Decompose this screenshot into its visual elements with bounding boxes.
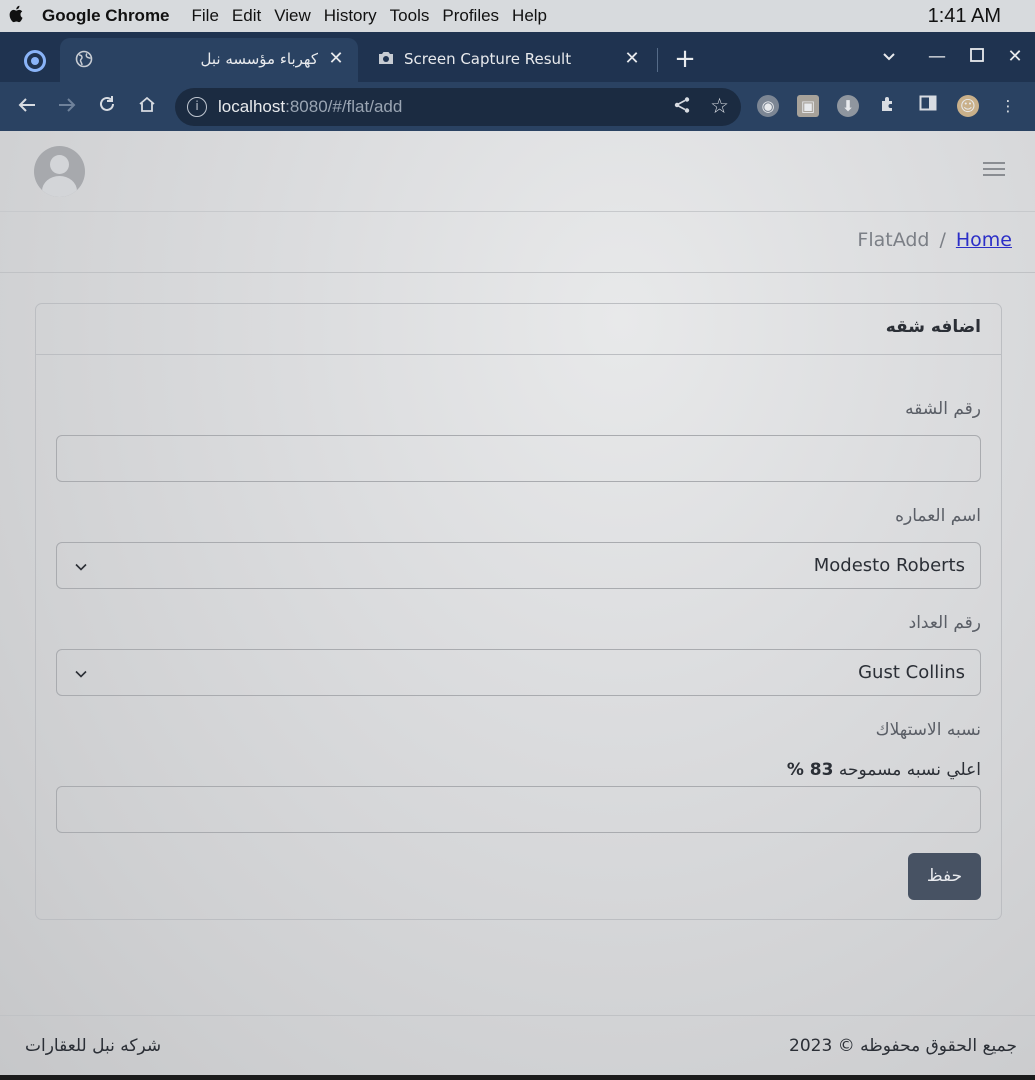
apple-icon[interactable]: [2, 5, 32, 28]
profile-avatar-icon[interactable]: ☺: [957, 95, 979, 117]
building-select[interactable]: Modesto Roberts: [56, 542, 981, 589]
home-icon[interactable]: [134, 94, 160, 120]
building-label: اسم العماره: [895, 506, 981, 526]
app-name[interactable]: Google Chrome: [42, 6, 170, 26]
camera-icon: [376, 50, 396, 70]
menu-tools[interactable]: Tools: [390, 6, 430, 26]
window-close-icon[interactable]: ✕: [1003, 46, 1027, 67]
consumption-input[interactable]: [56, 786, 981, 833]
extensions-puzzle-icon[interactable]: [877, 95, 899, 117]
tab-search-chevron-icon[interactable]: [877, 46, 901, 67]
tab-title: كهرباء مؤسسه نبل: [200, 50, 318, 68]
chrome-logo-icon[interactable]: [24, 50, 46, 72]
breadcrumb-home-link[interactable]: Home: [956, 229, 1012, 251]
flat-number-input[interactable]: [56, 435, 981, 482]
minimize-icon[interactable]: —: [925, 46, 949, 67]
card-header: اضافه شقه: [36, 304, 1001, 355]
reload-icon[interactable]: [94, 94, 120, 120]
chevron-down-icon: [75, 558, 87, 571]
extension-owl-icon[interactable]: ◉: [757, 95, 779, 117]
menu-view[interactable]: View: [274, 6, 311, 26]
add-flat-card: اضافه شقه رقم الشقه اسم العماره Modesto …: [35, 303, 1002, 920]
menu-profiles[interactable]: Profiles: [442, 6, 499, 26]
forward-arrow-icon[interactable]: [54, 94, 80, 120]
back-arrow-icon[interactable]: [14, 94, 40, 120]
extension-download-icon[interactable]: ⬇: [837, 95, 859, 117]
card-title: اضافه شقه: [885, 317, 981, 337]
menu-history[interactable]: History: [324, 6, 377, 26]
menu-edit[interactable]: Edit: [232, 6, 261, 26]
tab-electricity[interactable]: كهرباء مؤسسه نبل ✕: [60, 38, 358, 82]
info-icon[interactable]: i: [187, 97, 207, 117]
breadcrumb-current: FlatAdd: [857, 229, 930, 251]
flat-number-label: رقم الشقه: [905, 399, 981, 419]
extension-image-icon[interactable]: ▣: [797, 95, 819, 117]
max-ratio-hint: اعلي نسبه مسموحه 83 %: [787, 760, 981, 780]
breadcrumb: FlatAdd / Home: [0, 212, 1035, 273]
close-icon[interactable]: ✕: [622, 49, 642, 69]
share-icon[interactable]: [673, 96, 691, 119]
breadcrumb-separator: /: [939, 229, 946, 251]
copyright-symbol: ©: [837, 1036, 855, 1056]
user-avatar-icon[interactable]: [34, 146, 85, 197]
bottom-edge: [0, 1075, 1035, 1080]
maximize-icon[interactable]: [965, 46, 989, 67]
browser-toolbar: i localhost:8080/#/flat/add ☆ ◉ ▣ ⬇ ☺ ⋮: [0, 82, 1035, 131]
url-path: :8080/#/flat/add: [285, 97, 403, 116]
globe-icon: [74, 50, 94, 70]
copyright-year: 2023: [789, 1036, 833, 1056]
tab-screen-capture[interactable]: Screen Capture Result ✕: [362, 38, 654, 82]
rights-text: جميع الحقوق محفوظه: [860, 1036, 1017, 1056]
kebab-menu-icon[interactable]: ⋮: [997, 95, 1019, 117]
url-text[interactable]: localhost:8080/#/flat/add: [218, 97, 402, 117]
meter-label: رقم العداد: [908, 613, 981, 633]
new-tab-plus-icon[interactable]: +: [672, 46, 698, 72]
max-ratio-value: 83 %: [786, 760, 834, 780]
clock: 1:41 AM: [927, 5, 1001, 27]
meter-selected-value: Gust Collins: [858, 662, 965, 683]
os-menu-bar: Google Chrome File Edit View History Too…: [0, 0, 1035, 32]
address-bar[interactable]: i localhost:8080/#/flat/add ☆: [175, 88, 741, 126]
save-button[interactable]: حفظ: [908, 853, 981, 900]
app-header: [0, 131, 1035, 212]
footer-copyright: جميع الحقوق محفوظه © 2023: [789, 1036, 1017, 1056]
meter-select[interactable]: Gust Collins: [56, 649, 981, 696]
footer: جميع الحقوق محفوظه © 2023 شركه نبل للعقا…: [0, 1015, 1035, 1075]
tab-strip: كهرباء مؤسسه نبل ✕ Screen Capture Result…: [0, 32, 1035, 82]
url-host: localhost: [218, 97, 286, 116]
bookmark-star-icon[interactable]: ☆: [710, 94, 729, 118]
chevron-down-icon: [75, 665, 87, 678]
hamburger-menu-icon[interactable]: [983, 159, 1005, 181]
web-page: FlatAdd / Home اضافه شقه رقم الشقه اسم ا…: [0, 131, 1035, 1075]
building-selected-value: Modesto Roberts: [813, 555, 965, 576]
tab-title: Screen Capture Result: [404, 50, 572, 68]
menu-file[interactable]: File: [192, 6, 219, 26]
close-icon[interactable]: ✕: [326, 49, 346, 69]
consumption-label: نسبه الاستهلاك: [875, 720, 981, 740]
side-panel-icon[interactable]: [917, 95, 939, 117]
max-ratio-prefix: اعلي نسبه مسموحه: [838, 760, 981, 780]
footer-company: شركه نبل للعقارات: [25, 1036, 162, 1056]
tab-separator: [657, 48, 658, 72]
menu-help[interactable]: Help: [512, 6, 547, 26]
